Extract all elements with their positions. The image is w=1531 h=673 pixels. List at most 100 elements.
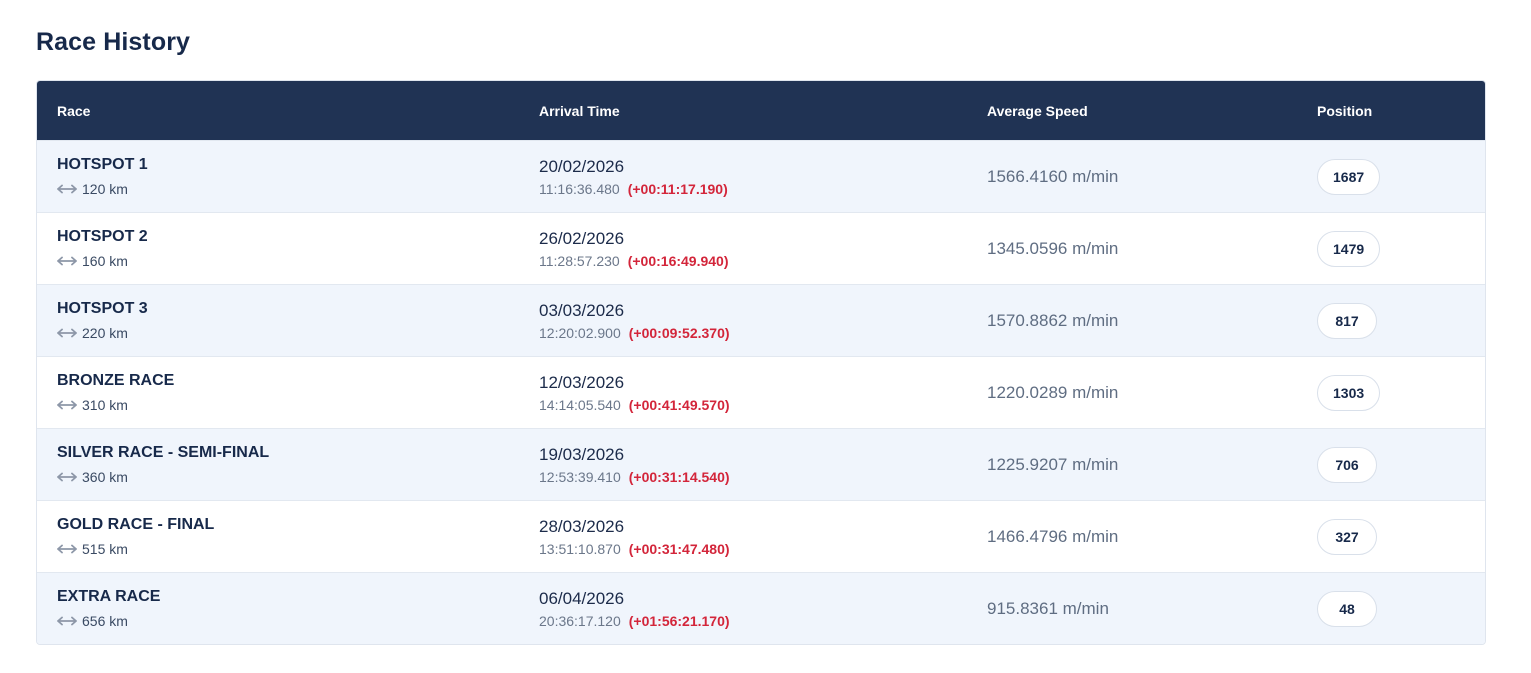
average-speed: 915.8361 m/min: [987, 598, 1109, 618]
speed-cell: 1220.0289 m/min: [967, 383, 1297, 403]
race-distance: 310 km: [57, 397, 519, 413]
position-badge: 817: [1317, 302, 1377, 339]
race-name: GOLD RACE - FINAL: [57, 516, 215, 533]
arrival-time: 12:20:02.900: [539, 324, 621, 341]
race-cell: HOTSPOT 1 120 km: [37, 156, 519, 197]
arrival-time-line: 11:16:36.480 (+00:11:17.190): [539, 181, 967, 197]
race-distance: 120 km: [57, 181, 519, 197]
arrival-cell: 03/03/2026 12:20:02.900 (+00:09:52.370): [519, 301, 967, 341]
distance-value: 360 km: [82, 469, 128, 485]
table-row: BRONZE RACE 310 km 12/03/2026 14:14:05.5…: [37, 356, 1485, 428]
header-average-speed: Average Speed: [987, 102, 1088, 119]
position-badge: 1303: [1317, 374, 1381, 411]
arrival-delta: (+00:41:49.570): [628, 396, 730, 413]
speed-cell: 1466.4796 m/min: [967, 527, 1297, 547]
arrival-time-line: 20:36:17.120 (+01:56:21.170): [539, 613, 967, 629]
arrival-time: 14:14:05.540: [539, 396, 621, 413]
arrival-date: 19/03/2026: [539, 444, 625, 464]
header-arrival-time: Arrival Time: [539, 102, 620, 119]
average-speed: 1466.4796 m/min: [987, 526, 1119, 546]
page-title: Race History: [36, 28, 191, 56]
race-cell: SILVER RACE - SEMI-FINAL 360 km: [37, 444, 519, 485]
race-name: HOTSPOT 3: [57, 300, 148, 317]
table-row: HOTSPOT 2 160 km 26/02/2026 11:28:57.230…: [37, 212, 1485, 284]
race-cell: HOTSPOT 3 220 km: [37, 300, 519, 341]
position-badge: 1687: [1317, 158, 1381, 195]
arrival-date: 06/04/2026: [539, 588, 625, 608]
race-history-table: Race Arrival Time Average Speed Position…: [36, 80, 1486, 645]
distance-value: 160 km: [82, 253, 128, 269]
table-row: SILVER RACE - SEMI-FINAL 360 km 19/03/20…: [37, 428, 1485, 500]
position-cell: 1303: [1297, 374, 1485, 411]
race-history-page: Race History Race Arrival Time Average S…: [0, 0, 1531, 673]
race-distance: 220 km: [57, 325, 519, 341]
average-speed: 1570.8862 m/min: [987, 310, 1119, 330]
race-name: BRONZE RACE: [57, 372, 175, 389]
horizontal-double-arrow-icon: [57, 400, 77, 410]
race-distance: 160 km: [57, 253, 519, 269]
speed-cell: 1566.4160 m/min: [967, 167, 1297, 187]
race-distance: 360 km: [57, 469, 519, 485]
table-row: EXTRA RACE 656 km 06/04/2026 20:36:17.12…: [37, 572, 1485, 644]
header-position: Position: [1317, 102, 1373, 119]
horizontal-double-arrow-icon: [57, 616, 77, 626]
race-name: EXTRA RACE: [57, 588, 161, 605]
arrival-cell: 28/03/2026 13:51:10.870 (+00:31:47.480): [519, 517, 967, 557]
average-speed: 1220.0289 m/min: [987, 382, 1119, 402]
position-cell: 1479: [1297, 230, 1485, 267]
arrival-cell: 06/04/2026 20:36:17.120 (+01:56:21.170): [519, 589, 967, 629]
arrival-date: 12/03/2026: [539, 372, 625, 392]
table-row: HOTSPOT 1 120 km 20/02/2026 11:16:36.480…: [37, 140, 1485, 212]
distance-value: 220 km: [82, 325, 128, 341]
position-badge: 327: [1317, 518, 1377, 555]
race-name: HOTSPOT 2: [57, 228, 148, 245]
average-speed: 1345.0596 m/min: [987, 238, 1119, 258]
speed-cell: 1345.0596 m/min: [967, 239, 1297, 259]
position-cell: 1687: [1297, 158, 1485, 195]
arrival-delta: (+01:56:21.170): [628, 612, 730, 629]
horizontal-double-arrow-icon: [57, 184, 77, 194]
average-speed: 1225.9207 m/min: [987, 454, 1119, 474]
arrival-date: 26/02/2026: [539, 228, 625, 248]
average-speed: 1566.4160 m/min: [987, 166, 1119, 186]
arrival-delta: (+00:16:49.940): [627, 252, 729, 269]
arrival-date: 28/03/2026: [539, 516, 625, 536]
arrival-delta: (+00:09:52.370): [628, 324, 730, 341]
arrival-date: 20/02/2026: [539, 156, 625, 176]
position-badge: 48: [1317, 590, 1377, 627]
speed-cell: 1570.8862 m/min: [967, 311, 1297, 331]
arrival-time: 11:16:36.480: [539, 180, 620, 197]
distance-value: 120 km: [82, 181, 128, 197]
arrival-time-line: 12:53:39.410 (+00:31:14.540): [539, 469, 967, 485]
arrival-time-line: 11:28:57.230 (+00:16:49.940): [539, 253, 967, 269]
distance-value: 515 km: [82, 541, 128, 557]
race-distance: 515 km: [57, 541, 519, 557]
horizontal-double-arrow-icon: [57, 328, 77, 338]
arrival-time: 11:28:57.230: [539, 252, 620, 269]
header-race: Race: [57, 102, 91, 119]
table-header: Race Arrival Time Average Speed Position: [37, 81, 1485, 140]
race-distance: 656 km: [57, 613, 519, 629]
arrival-delta: (+00:31:47.480): [628, 540, 730, 557]
speed-cell: 915.8361 m/min: [967, 599, 1297, 619]
arrival-time: 12:53:39.410: [539, 468, 621, 485]
race-cell: HOTSPOT 2 160 km: [37, 228, 519, 269]
race-cell: GOLD RACE - FINAL 515 km: [37, 516, 519, 557]
arrival-date: 03/03/2026: [539, 300, 625, 320]
position-cell: 327: [1297, 518, 1485, 555]
horizontal-double-arrow-icon: [57, 544, 77, 554]
race-cell: BRONZE RACE 310 km: [37, 372, 519, 413]
position-cell: 48: [1297, 590, 1485, 627]
arrival-time-line: 12:20:02.900 (+00:09:52.370): [539, 325, 967, 341]
position-cell: 817: [1297, 302, 1485, 339]
table-row: HOTSPOT 3 220 km 03/03/2026 12:20:02.900…: [37, 284, 1485, 356]
arrival-time: 13:51:10.870: [539, 540, 621, 557]
position-badge: 1479: [1317, 230, 1381, 267]
distance-value: 310 km: [82, 397, 128, 413]
arrival-time: 20:36:17.120: [539, 612, 621, 629]
table-row: GOLD RACE - FINAL 515 km 28/03/2026 13:5…: [37, 500, 1485, 572]
arrival-cell: 26/02/2026 11:28:57.230 (+00:16:49.940): [519, 229, 967, 269]
speed-cell: 1225.9207 m/min: [967, 455, 1297, 475]
arrival-cell: 12/03/2026 14:14:05.540 (+00:41:49.570): [519, 373, 967, 413]
horizontal-double-arrow-icon: [57, 256, 77, 266]
